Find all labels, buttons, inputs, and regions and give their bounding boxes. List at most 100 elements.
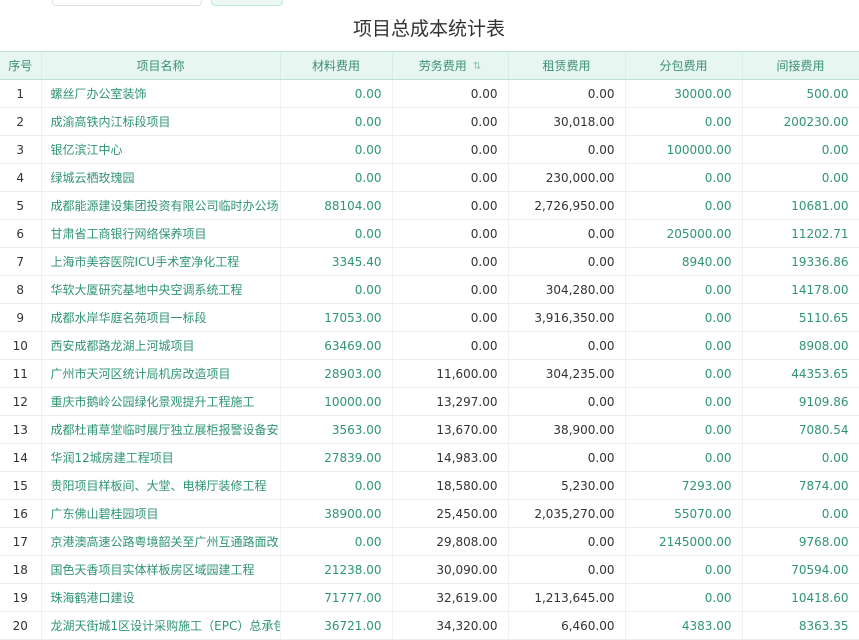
project-name-cell: 银亿滨江中心 [41, 135, 281, 164]
table-row[interactable]: 11 广州市天河区统计局机房改造项目 28903.00 11,600.00 304,23… [0, 359, 859, 388]
indirect-cost-cell: 0.00 [742, 163, 859, 192]
row-index-cell: 5 [0, 191, 42, 220]
rental-cost-cell: 0.00 [508, 331, 626, 360]
row-index-cell: 9 [0, 303, 42, 332]
row-index-cell: 4 [0, 163, 42, 192]
indirect-cost-cell: 14178.00 [742, 275, 859, 304]
table-row[interactable]: 10 西安成都路龙湖上河城项目 63469.00 0.00 0.00 0.00 8908.0… [0, 331, 859, 360]
subcontract-cost-cell: 8940.00 [625, 247, 743, 276]
project-name-cell: 成渝高铁内江标段项目 [41, 107, 281, 136]
col-header-material[interactable]: 材料费用 [280, 51, 393, 80]
material-cost-cell: 28903.00 [280, 359, 393, 388]
table-row[interactable]: 20 龙湖天街城1区设计采购施工（EPC）总承包 36721.00 34,320.00… [0, 611, 859, 640]
table-row[interactable]: 6 甘肃省工商银行网络保养项目 0.00 0.00 0.00 205000.00 11202… [0, 219, 859, 248]
labor-cost-cell: 14,983.00 [392, 443, 509, 472]
table-row[interactable]: 7 上海市美容医院ICU手术室净化工程 3345.40 0.00 0.00 8940.00… [0, 247, 859, 276]
table-row[interactable]: 17 京港澳高速公路粤境韶关至广州互通路面改 0.00 29,808.00 0.00 21… [0, 527, 859, 556]
subcontract-cost-cell: 0.00 [625, 583, 743, 612]
material-cost-cell: 63469.00 [280, 331, 393, 360]
subcontract-cost-cell: 0.00 [625, 415, 743, 444]
row-index-cell: 2 [0, 107, 42, 136]
labor-cost-cell: 11,600.00 [392, 359, 509, 388]
table-row[interactable]: 3 银亿滨江中心 0.00 0.00 0.00 100000.00 0.00 [0, 135, 859, 164]
project-name-cell: 螺丝厂办公室装饰 [41, 79, 281, 108]
table-row[interactable]: 9 成都水岸华庭名苑项目一标段 17053.00 0.00 3,916,350.00 0.… [0, 303, 859, 332]
material-cost-cell: 10000.00 [280, 387, 393, 416]
project-name-cell: 京港澳高速公路粤境韶关至广州互通路面改 [41, 527, 281, 556]
indirect-cost-cell: 70594.00 [742, 555, 859, 584]
rental-cost-cell: 3,916,350.00 [508, 303, 626, 332]
col-header-labor[interactable]: 劳务费用 ⇅ [392, 51, 509, 80]
project-name-cell: 龙湖天街城1区设计采购施工（EPC）总承包 [41, 611, 281, 640]
table-row[interactable]: 4 绿城云栖玫瑰园 0.00 0.00 230,000.00 0.00 0.00 [0, 163, 859, 192]
table-row[interactable]: 14 华润12城房建工程项目 27839.00 14,983.00 0.00 0.00 0.… [0, 443, 859, 472]
indirect-cost-cell: 8363.35 [742, 611, 859, 640]
labor-cost-cell: 29,808.00 [392, 527, 509, 556]
rental-cost-cell: 30,018.00 [508, 107, 626, 136]
rental-cost-cell: 0.00 [508, 135, 626, 164]
col-header-index[interactable]: 序号 [0, 51, 42, 80]
subcontract-cost-cell: 205000.00 [625, 219, 743, 248]
subcontract-cost-cell: 0.00 [625, 443, 743, 472]
table-row[interactable]: 15 贵阳项目样板间、大堂、电梯厅装修工程 0.00 18,580.00 5,230.0… [0, 471, 859, 500]
indirect-cost-cell: 0.00 [742, 443, 859, 472]
col-header-indirect[interactable]: 间接费用 [742, 51, 859, 80]
rental-cost-cell: 0.00 [508, 247, 626, 276]
labor-cost-cell: 0.00 [392, 191, 509, 220]
col-header-rental[interactable]: 租赁费用 [508, 51, 626, 80]
project-name-cell: 广州市天河区统计局机房改造项目 [41, 359, 281, 388]
subcontract-cost-cell: 2145000.00 [625, 527, 743, 556]
row-index-cell: 12 [0, 387, 42, 416]
table-row[interactable]: 2 成渝高铁内江标段项目 0.00 0.00 30,018.00 0.00 200230.0… [0, 107, 859, 136]
subcontract-cost-cell: 100000.00 [625, 135, 743, 164]
project-name-cell: 成都杜甫草堂临时展厅独立展柜报警设备安 [41, 415, 281, 444]
project-name-cell: 广东佛山碧桂园项目 [41, 499, 281, 528]
subcontract-cost-cell: 0.00 [625, 331, 743, 360]
sort-icon[interactable]: ⇅ [473, 61, 481, 72]
labor-cost-cell: 0.00 [392, 275, 509, 304]
subcontract-cost-cell: 0.00 [625, 163, 743, 192]
indirect-cost-cell: 9109.86 [742, 387, 859, 416]
labor-cost-cell: 0.00 [392, 135, 509, 164]
table-row[interactable]: 18 国色天香项目实体样板房区域园建工程 21238.00 30,090.00 0.00… [0, 555, 859, 584]
row-index-cell: 15 [0, 471, 42, 500]
table-row[interactable]: 1 螺丝厂办公室装饰 0.00 0.00 0.00 30000.00 500.00 [0, 79, 859, 108]
row-index-cell: 8 [0, 275, 42, 304]
project-name-cell: 国色天香项目实体样板房区域园建工程 [41, 555, 281, 584]
row-index-cell: 10 [0, 331, 42, 360]
query-button[interactable] [211, 0, 283, 6]
rental-cost-cell: 304,280.00 [508, 275, 626, 304]
search-input[interactable] [52, 0, 202, 6]
row-index-cell: 3 [0, 135, 42, 164]
table-row[interactable]: 8 华软大厦研究基地中央空调系统工程 0.00 0.00 304,280.00 0.00 1… [0, 275, 859, 304]
subcontract-cost-cell: 0.00 [625, 387, 743, 416]
row-index-cell: 20 [0, 611, 42, 640]
labor-cost-cell: 0.00 [392, 247, 509, 276]
indirect-cost-cell: 19336.86 [742, 247, 859, 276]
table-header-row: 序号 项目名称 材料费用 劳务费用 ⇅ 租赁费用 分包费用 间接费用 [0, 51, 859, 80]
col-header-subcontract[interactable]: 分包费用 [625, 51, 743, 80]
cost-table: 序号 项目名称 材料费用 劳务费用 ⇅ 租赁费用 分包费用 间接费用 1 螺丝厂办公… [0, 51, 859, 640]
table-row[interactable]: 5 成都能源建设集团投资有限公司临时办公场 88104.00 0.00 2,726,95… [0, 191, 859, 220]
rental-cost-cell: 0.00 [508, 527, 626, 556]
rental-cost-cell: 6,460.00 [508, 611, 626, 640]
material-cost-cell: 0.00 [280, 163, 393, 192]
row-index-cell: 13 [0, 415, 42, 444]
subcontract-cost-cell: 55070.00 [625, 499, 743, 528]
table-row[interactable]: 12 重庆市鹅岭公园绿化景观提升工程施工 10000.00 13,297.00 0.00… [0, 387, 859, 416]
col-header-name[interactable]: 项目名称 [41, 51, 281, 80]
col-header-labor-label: 劳务费用 [418, 59, 467, 73]
material-cost-cell: 0.00 [280, 135, 393, 164]
table-row[interactable]: 19 珠海鹤港口建设 71777.00 32,619.00 1,213,645.00 0.… [0, 583, 859, 612]
rental-cost-cell: 2,726,950.00 [508, 191, 626, 220]
subcontract-cost-cell: 0.00 [625, 303, 743, 332]
labor-cost-cell: 0.00 [392, 79, 509, 108]
table-row[interactable]: 16 广东佛山碧桂园项目 38900.00 25,450.00 2,035,270.00… [0, 499, 859, 528]
page-title: 项目总成本统计表 [353, 18, 506, 40]
material-cost-cell: 27839.00 [280, 443, 393, 472]
material-cost-cell: 0.00 [280, 79, 393, 108]
rental-cost-cell: 230,000.00 [508, 163, 626, 192]
material-cost-cell: 0.00 [280, 275, 393, 304]
table-row[interactable]: 13 成都杜甫草堂临时展厅独立展柜报警设备安 3563.00 13,670.00 38,… [0, 415, 859, 444]
project-name-cell: 华润12城房建工程项目 [41, 443, 281, 472]
